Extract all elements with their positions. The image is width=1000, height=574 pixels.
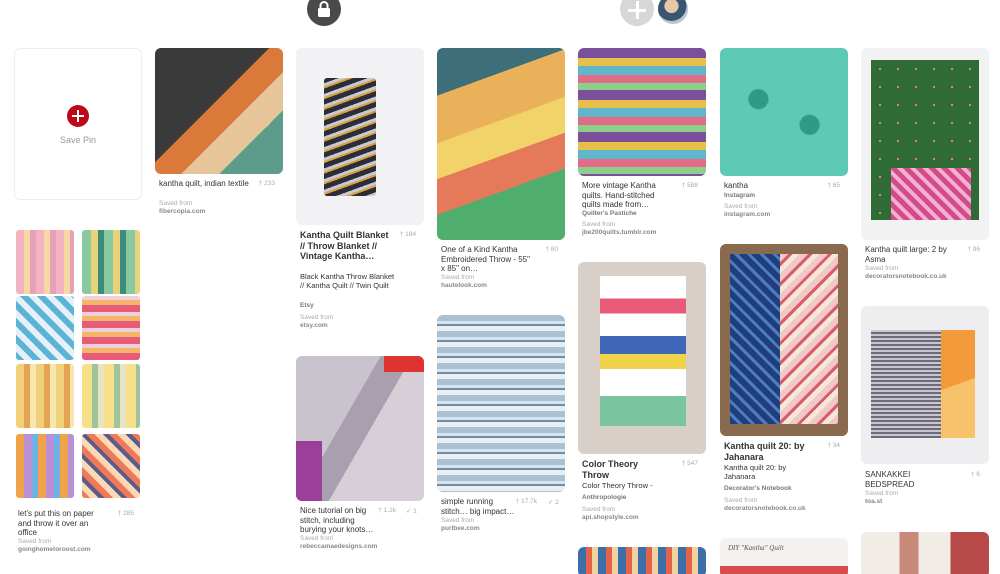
repin-count: † 184 xyxy=(399,231,416,238)
saved-url[interactable]: goinghometoroost.com xyxy=(18,546,91,553)
pin-image[interactable] xyxy=(578,262,706,454)
saved-from: Saved from xyxy=(582,221,616,228)
like-count: † 1.2k xyxy=(378,507,396,514)
saved-url[interactable]: instagram.com xyxy=(724,211,770,218)
pin-title: Color Theory Throw xyxy=(582,459,639,480)
saved-from: Saved from xyxy=(300,535,334,542)
pin-image[interactable] xyxy=(155,48,283,174)
pin-title: let's put this on paper and throw it ove… xyxy=(18,509,94,537)
saved-from: Saved from xyxy=(300,314,334,321)
pin-image xyxy=(16,434,74,498)
saved-url[interactable]: api.shopstyle.com xyxy=(582,514,639,521)
pin-title: Kantha quilt 20: by Jahanara xyxy=(724,441,805,462)
pin-image[interactable] xyxy=(437,48,565,240)
pin-image xyxy=(82,364,140,428)
saved-from: Saved from xyxy=(865,490,899,497)
saved-from: Saved from xyxy=(441,274,475,281)
saved-url[interactable]: etsy.com xyxy=(300,322,328,329)
pin-image[interactable] xyxy=(720,48,848,176)
pin-image[interactable] xyxy=(296,356,424,501)
pin-title: Kantha quilt large: 2 by Asma xyxy=(865,245,947,264)
saved-url[interactable]: purlbee.com xyxy=(441,525,480,532)
pin-image[interactable] xyxy=(861,48,989,240)
pin-image xyxy=(82,296,140,360)
save-pin-button[interactable] xyxy=(67,105,89,127)
pin-source: Instagram xyxy=(724,192,756,199)
pin-image xyxy=(82,230,140,294)
pin-image[interactable] xyxy=(720,244,848,436)
pin-image[interactable] xyxy=(437,315,565,492)
pin-image[interactable] xyxy=(578,48,706,176)
comment-count: ✓ 2 xyxy=(548,499,559,506)
repin-count: † 96 xyxy=(967,246,980,253)
pin-source: Decorator's Notebook xyxy=(724,485,792,492)
pin-description: Kantha quilt 20: by Jahanara xyxy=(724,463,787,481)
pin-source: Quilter's Pastiche xyxy=(582,210,637,217)
saved-from: Saved from xyxy=(18,538,52,545)
saved-from: Saved from xyxy=(159,200,193,207)
repin-count: † 6 xyxy=(970,471,980,478)
repin-count: † 547 xyxy=(681,460,698,467)
plus-icon[interactable] xyxy=(620,0,654,26)
saved-from: Saved from xyxy=(865,265,899,272)
pin-source: Etsy xyxy=(300,302,314,309)
pin-description: Color Theory Throw - xyxy=(582,481,653,490)
saved-from: Saved from xyxy=(724,203,758,210)
pin-title: kantha xyxy=(724,181,749,190)
repin-count: † 233 xyxy=(258,180,275,187)
comment-count: ✓ 1 xyxy=(406,508,417,515)
saved-url[interactable]: decoratorsnotebook.co.uk xyxy=(865,273,947,280)
pin-title: Nice tutorial on big stitch, including b… xyxy=(300,506,374,534)
repin-count: † 285 xyxy=(117,510,134,517)
repin-count: † 34 xyxy=(827,442,840,449)
saved-from: Saved from xyxy=(441,517,475,524)
pin-title: kantha quilt, indian textile xyxy=(159,179,249,188)
pin-title: More vintage Kantha quilts. Hand-stitche… xyxy=(582,181,656,209)
pin-overlay-text: DIY "Kantha" Quilt xyxy=(728,544,784,552)
pin-image xyxy=(16,230,74,294)
saved-url[interactable]: decoratorsnotebook.co.uk xyxy=(724,505,806,512)
pin-image xyxy=(16,296,74,360)
pin-image[interactable] xyxy=(861,532,989,574)
save-pin-label: Save Pin xyxy=(59,135,97,145)
saved-from: Saved from xyxy=(582,506,616,513)
avatar[interactable] xyxy=(656,0,690,26)
saved-url[interactable]: fibercopia.com xyxy=(159,208,205,215)
pin-title: One of a Kind Kantha Embroidered Throw -… xyxy=(441,245,530,273)
saved-url[interactable]: rebeccamaedesigns.com xyxy=(300,543,377,550)
pin-image xyxy=(82,434,140,498)
pin-image[interactable]: DIY "Kantha" Quilt xyxy=(720,538,848,574)
pin-title: SANKAKKEI BEDSPREAD xyxy=(865,470,915,489)
pin-source: Anthropologie xyxy=(582,494,627,501)
pin-image xyxy=(16,364,74,428)
lock-icon[interactable] xyxy=(307,0,341,26)
saved-url[interactable]: toa.st xyxy=(865,498,882,505)
saved-url[interactable]: hautelook.com xyxy=(441,282,487,289)
pin-description: Black Kantha Throw Blanket // Kantha Qui… xyxy=(300,272,395,290)
like-count: † 17.7k xyxy=(515,498,537,505)
repin-count: † 80 xyxy=(545,246,558,253)
pin-title: Kantha Quilt Blanket // Throw Blanket //… xyxy=(300,230,389,261)
saved-from: Saved from xyxy=(724,497,758,504)
pin-image[interactable] xyxy=(861,306,989,464)
pin-image[interactable] xyxy=(296,48,424,225)
save-pin-tile[interactable]: Save Pin xyxy=(14,48,142,200)
pin-image[interactable] xyxy=(578,547,706,574)
repin-count: † 588 xyxy=(681,182,698,189)
saved-url[interactable]: jbe200quilts.tumblr.com xyxy=(582,229,656,236)
repin-count: † 65 xyxy=(827,182,840,189)
